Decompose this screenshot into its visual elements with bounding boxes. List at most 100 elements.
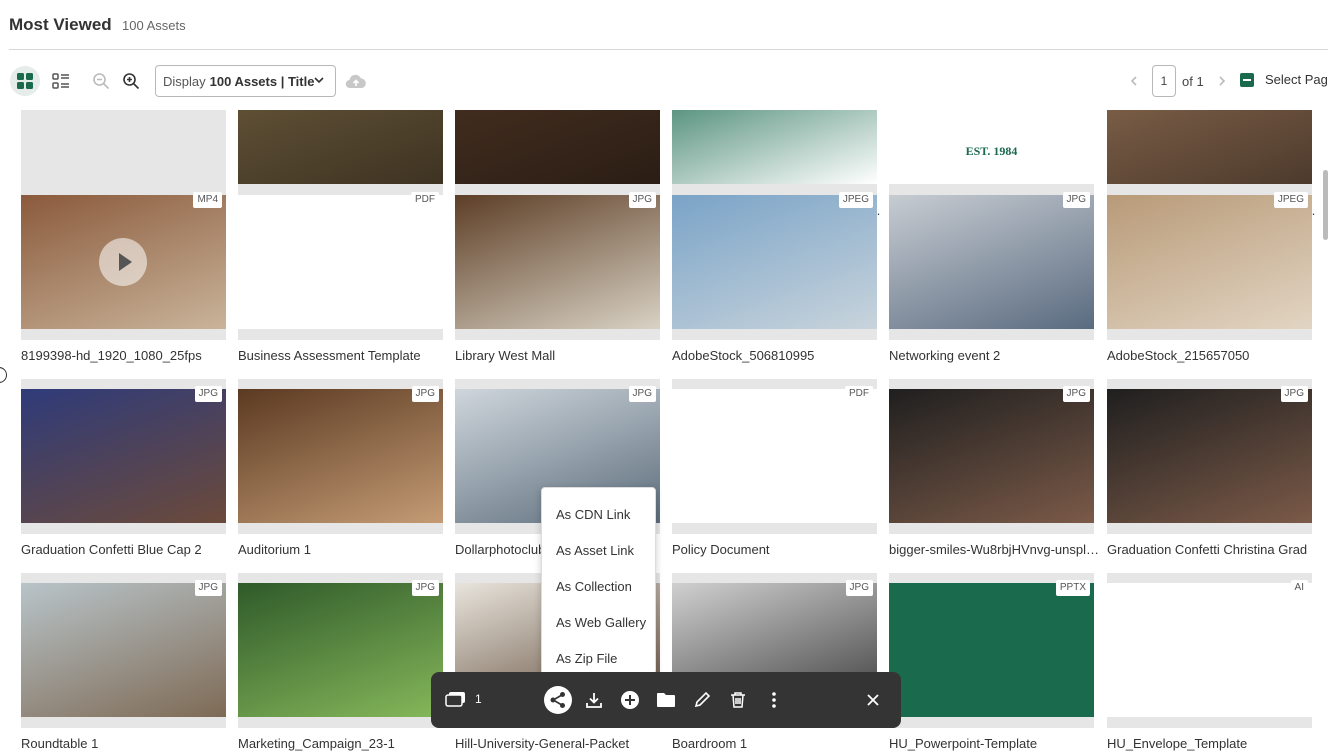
asset-preview-image	[1107, 110, 1312, 184]
page-number-input[interactable]: 1	[1152, 65, 1176, 97]
file-type-badge: JPG	[411, 580, 439, 596]
page-header: Most Viewed 100 Assets	[9, 0, 1328, 50]
file-type-badge: JPG	[1280, 386, 1308, 402]
asset-title[interactable]: HU_Powerpoint-Template	[889, 736, 1099, 751]
asset-thumbnail[interactable]	[455, 110, 660, 195]
file-type-badge: JPEG	[1273, 192, 1308, 208]
share-menu-item[interactable]: As Zip File	[542, 640, 655, 676]
more-options-button[interactable]	[760, 686, 788, 714]
asset-thumbnail[interactable]: JPG	[21, 573, 226, 728]
logo-text: EST. 1984	[965, 144, 1018, 158]
file-type-badge: JPG	[628, 386, 656, 402]
asset-title[interactable]: AdobeStock_215657050	[1107, 348, 1317, 363]
folder-icon	[657, 693, 675, 707]
asset-title[interactable]: Auditorium 1	[238, 542, 448, 557]
asset-thumbnail[interactable]	[672, 110, 877, 195]
asset-title[interactable]: bigger-smiles-Wu8rbjHVnvg-unsplash	[889, 542, 1099, 557]
download-button[interactable]	[580, 686, 608, 714]
asset-thumbnail[interactable]: JPG	[889, 185, 1094, 340]
asset-title[interactable]: Boardroom 1	[672, 736, 882, 751]
display-select-label: Display	[163, 73, 206, 89]
zoom-in-button[interactable]	[116, 66, 146, 96]
asset-thumbnail[interactable]: JPG	[1107, 379, 1312, 534]
file-type-badge: JPG	[628, 192, 656, 208]
play-icon[interactable]	[99, 238, 147, 286]
asset-title[interactable]: Library West Mall	[455, 348, 665, 363]
zoom-out-icon	[93, 73, 110, 90]
share-menu-item[interactable]: As Asset Link	[542, 532, 655, 568]
asset-thumbnail[interactable]: JPG	[21, 379, 226, 534]
asset-title[interactable]: Policy Document	[672, 542, 882, 557]
asset-count: 100 Assets	[122, 18, 186, 33]
asset-thumbnail[interactable]: JPG	[238, 379, 443, 534]
file-type-badge: JPG	[411, 386, 439, 402]
asset-thumbnail[interactable]: JPEG	[1107, 185, 1312, 340]
asset-thumbnail[interactable]: PPTX	[889, 573, 1094, 728]
share-icon	[550, 692, 565, 708]
close-icon	[867, 694, 879, 706]
asset-preview-image	[1107, 195, 1312, 329]
asset-preview-image	[1107, 583, 1312, 717]
page-title: Most Viewed	[9, 15, 112, 34]
edit-button[interactable]	[688, 686, 716, 714]
zoom-out-button[interactable]	[86, 66, 116, 96]
file-type-badge: JPG	[1062, 386, 1090, 402]
cloud-upload-icon	[345, 74, 366, 89]
file-type-badge: PDF	[845, 386, 873, 402]
asset-thumbnail[interactable]: PDF	[672, 379, 877, 534]
asset-title[interactable]: Marketing_Campaign_23-1	[238, 736, 448, 751]
asset-preview-image	[238, 195, 443, 329]
select-page-checkbox[interactable]: Select Page	[1240, 72, 1328, 87]
asset-title[interactable]: AdobeStock_506810995	[672, 348, 882, 363]
asset-preview-image	[672, 110, 877, 184]
selection-action-bar: 1	[431, 672, 901, 728]
asset-thumbnail[interactable]	[1107, 110, 1312, 195]
asset-thumbnail[interactable]: EST. 1984	[889, 110, 1094, 195]
download-icon	[586, 693, 602, 708]
chevron-right-icon[interactable]	[1216, 75, 1228, 87]
list-view-button[interactable]	[46, 66, 76, 96]
asset-thumbnail[interactable]	[21, 110, 226, 195]
asset-thumbnail[interactable]: JPEG	[672, 185, 877, 340]
grid-view-button[interactable]	[10, 66, 40, 96]
share-menu: As CDN Link As Asset Link As Collection As …	[541, 487, 656, 675]
asset-thumbnail[interactable]: JPG	[889, 379, 1094, 534]
asset-title[interactable]: Graduation Confetti Christina Grad	[1107, 542, 1317, 557]
asset-title[interactable]: Hill-University-General-Packet	[455, 736, 665, 751]
asset-thumbnail[interactable]: MP4	[21, 185, 226, 340]
delete-button[interactable]	[724, 686, 752, 714]
asset-thumbnail[interactable]: JPG	[238, 573, 443, 728]
page-total: of 1	[1182, 73, 1204, 89]
move-to-folder-button[interactable]	[652, 686, 680, 714]
asset-title[interactable]: Business Assessment Template	[238, 348, 448, 363]
add-button[interactable]	[616, 686, 644, 714]
chevron-left-icon[interactable]	[1128, 75, 1140, 87]
close-action-bar-button[interactable]	[859, 686, 887, 714]
file-type-badge: JPG	[1062, 192, 1090, 208]
selected-assets-icon	[445, 692, 465, 707]
select-page-label: Select Page	[1265, 72, 1328, 87]
asset-title[interactable]: HU_Envelope_Template	[1107, 736, 1317, 751]
asset-title[interactable]: Graduation Confetti Blue Cap 2	[21, 542, 231, 557]
asset-title[interactable]: Networking event 2	[889, 348, 1099, 363]
share-menu-item[interactable]: As Collection	[542, 568, 655, 604]
asset-preview-image	[889, 195, 1094, 329]
scrollbar-thumb[interactable]	[1323, 170, 1328, 240]
asset-preview-image	[672, 389, 877, 523]
share-menu-item[interactable]: As Web Gallery	[542, 604, 655, 640]
upload-button[interactable]	[341, 66, 371, 96]
display-select[interactable]: Display 100 Assets | Title	[155, 65, 336, 97]
asset-title[interactable]: Roundtable 1	[21, 736, 231, 751]
asset-thumbnail[interactable]: PDF	[238, 185, 443, 340]
pencil-icon	[694, 691, 711, 708]
asset-thumbnail[interactable]	[238, 110, 443, 195]
grid-view-icon	[17, 73, 33, 89]
asset-title[interactable]: 8199398-hd_1920_1080_25fps	[21, 348, 231, 363]
asset-preview-image	[1107, 389, 1312, 523]
asset-thumbnail[interactable]: JPG	[455, 185, 660, 340]
display-select-value: 100 Assets | Title	[209, 73, 315, 89]
share-button[interactable]	[544, 686, 572, 714]
asset-thumbnail[interactable]: AI	[1107, 573, 1312, 728]
share-menu-item[interactable]: As CDN Link	[542, 496, 655, 532]
asset-preview-image	[238, 110, 443, 184]
